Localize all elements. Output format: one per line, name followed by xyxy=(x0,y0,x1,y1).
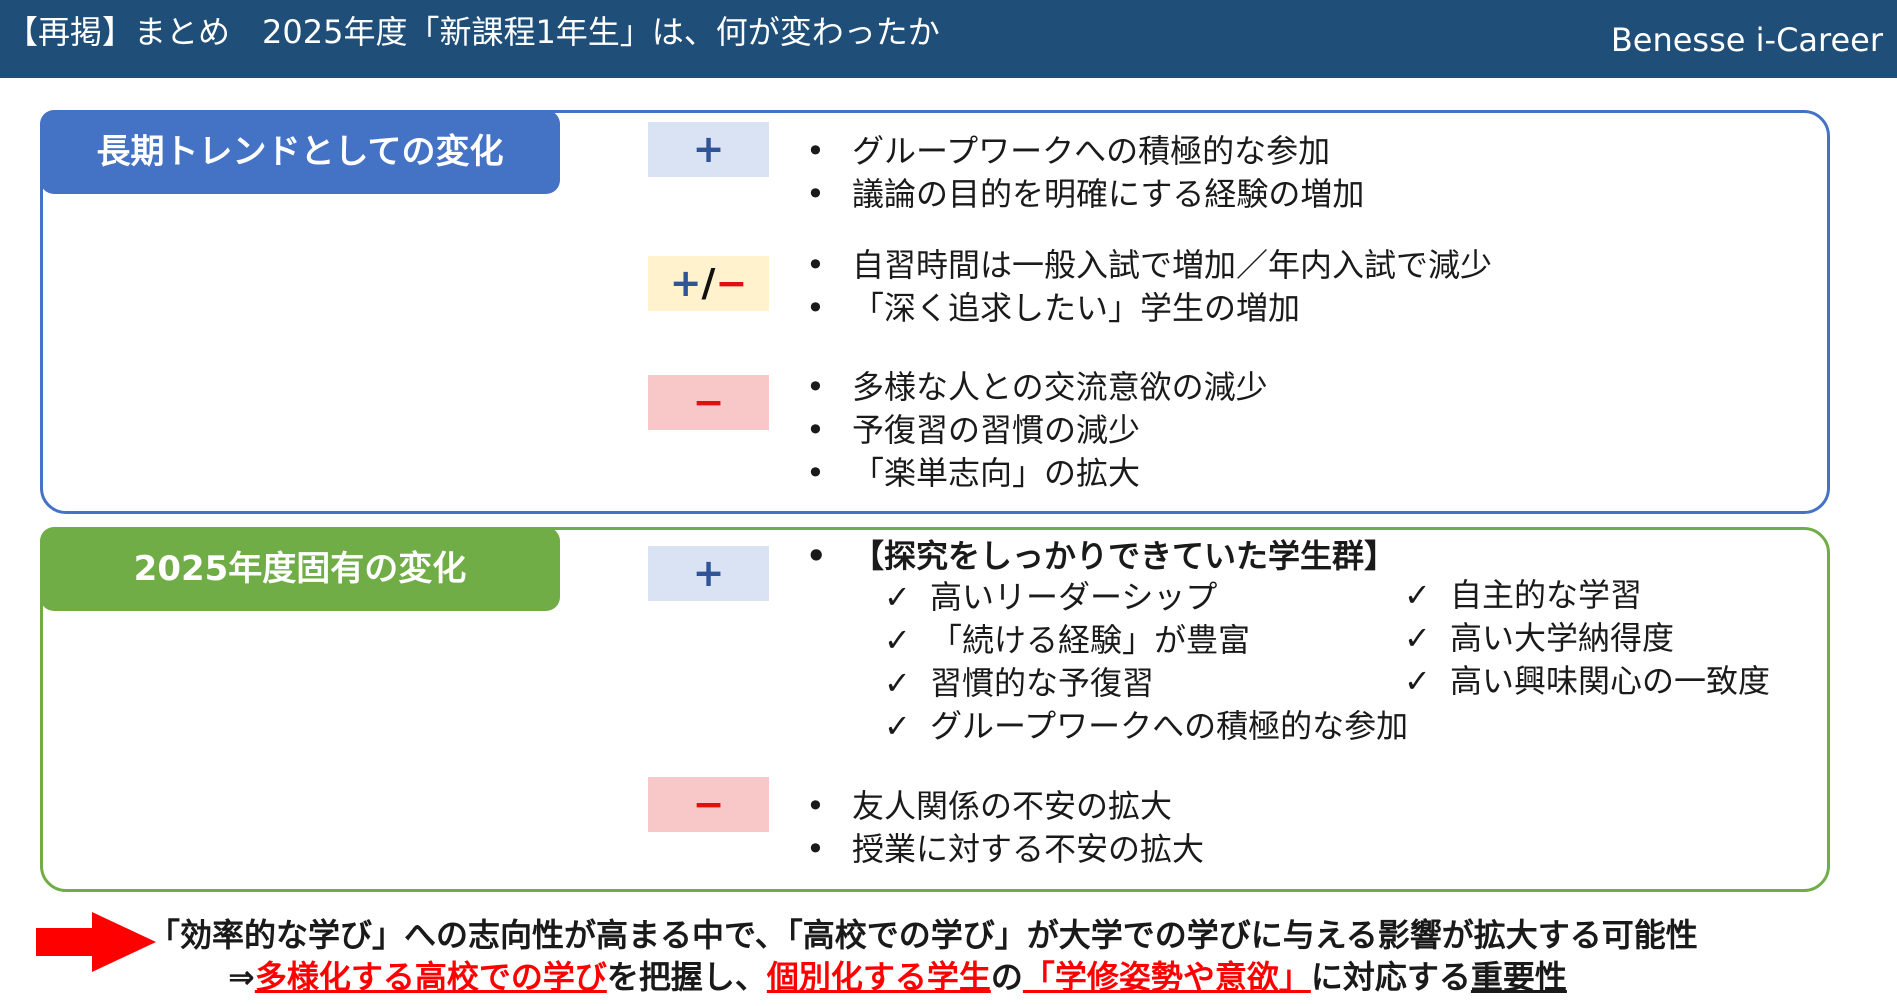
mixed-badge: +/− xyxy=(648,256,769,311)
fy2025-plus-heading: 【探究をしっかりできていた学生群】 xyxy=(806,535,1396,578)
minus-badge: − xyxy=(648,375,769,430)
list-item: 授業に対する不安の拡大 xyxy=(806,828,1204,871)
emphasis-text: 重要性 xyxy=(1470,958,1567,996)
plus-badge: + xyxy=(648,546,769,601)
check-item: 習慣的な予復習 xyxy=(884,662,1408,705)
fy2025-checks-left: 高いリーダーシップ 「続ける経験」が豊富 習慣的な予復習 グループワークへの積極… xyxy=(884,576,1408,748)
fy2025-checks-right: 自主的な学習 高い大学納得度 高い興味関心の一致度 xyxy=(1404,574,1770,703)
check-item: 自主的な学習 xyxy=(1404,574,1770,617)
list-item: 予復習の習慣の減少 xyxy=(806,409,1268,452)
list-heading: 【探究をしっかりできていた学生群】 xyxy=(806,535,1396,578)
emphasis-text: 個別化する学生 xyxy=(766,958,991,996)
check-item: グループワークへの積極的な参加 xyxy=(884,705,1408,748)
list-item: 自習時間は一般入試で増加／年内入試で減少 xyxy=(806,244,1492,287)
list-item: 「楽単志向」の拡大 xyxy=(806,452,1268,495)
plus-badge: + xyxy=(648,122,769,177)
brand-logo-text: Benesse i-Career xyxy=(1610,21,1883,59)
implication-mark: ⇒ xyxy=(228,958,255,996)
list-item: 議論の目的を明確にする経験の増加 xyxy=(806,173,1364,216)
long-term-minus-list: 多様な人との交流意欲の減少 予復習の習慣の減少 「楽単志向」の拡大 xyxy=(806,366,1268,495)
long-term-mixed-list: 自習時間は一般入試で増加／年内入試で減少 「深く追求したい」学生の増加 xyxy=(806,244,1492,330)
header-bar: 【再掲】まとめ 2025年度「新課程1年生」は、何が変わったか Benesse … xyxy=(0,0,1897,78)
conclusion-text: に対応する xyxy=(1310,958,1471,996)
slash-mark: / xyxy=(701,261,716,305)
conclusion-line-2: ⇒多様化する高校での学びを把握し、個別化する学生の「学修姿勢や意欲」に対応する重… xyxy=(228,956,1567,998)
conclusion-text: を把握し、 xyxy=(606,958,767,996)
list-item: グループワークへの積極的な参加 xyxy=(806,130,1364,173)
list-item: 友人関係の不安の拡大 xyxy=(806,785,1204,828)
fy2025-label: 2025年度固有の変化 xyxy=(40,527,560,611)
emphasis-text: 多様化する高校での学び xyxy=(254,958,607,996)
check-item: 「続ける経験」が豊富 xyxy=(884,619,1408,662)
conclusion-line-1: 「効率的な学び」への志向性が高まる中で、「高校での学び」が大学での学びに与える影… xyxy=(148,916,1698,954)
minus-mark: − xyxy=(715,261,748,305)
minus-badge: − xyxy=(648,777,769,832)
list-item: 「深く追求したい」学生の増加 xyxy=(806,287,1492,330)
fy2025-minus-list: 友人関係の不安の拡大 授業に対する不安の拡大 xyxy=(806,785,1204,871)
long-term-plus-list: グループワークへの積極的な参加 議論の目的を明確にする経験の増加 xyxy=(806,130,1364,216)
check-item: 高い興味関心の一致度 xyxy=(1404,660,1770,703)
conclusion-text: の xyxy=(990,958,1023,996)
list-item: 多様な人との交流意欲の減少 xyxy=(806,366,1268,409)
check-item: 高いリーダーシップ xyxy=(884,576,1408,619)
plus-mark: + xyxy=(669,261,702,305)
long-term-label: 長期トレンドとしての変化 xyxy=(40,110,560,194)
emphasis-text: 「学修姿勢や意欲」 xyxy=(1022,958,1311,996)
slide-title: 【再掲】まとめ 2025年度「新課程1年生」は、何が変わったか xyxy=(6,13,940,51)
check-item: 高い大学納得度 xyxy=(1404,617,1770,660)
